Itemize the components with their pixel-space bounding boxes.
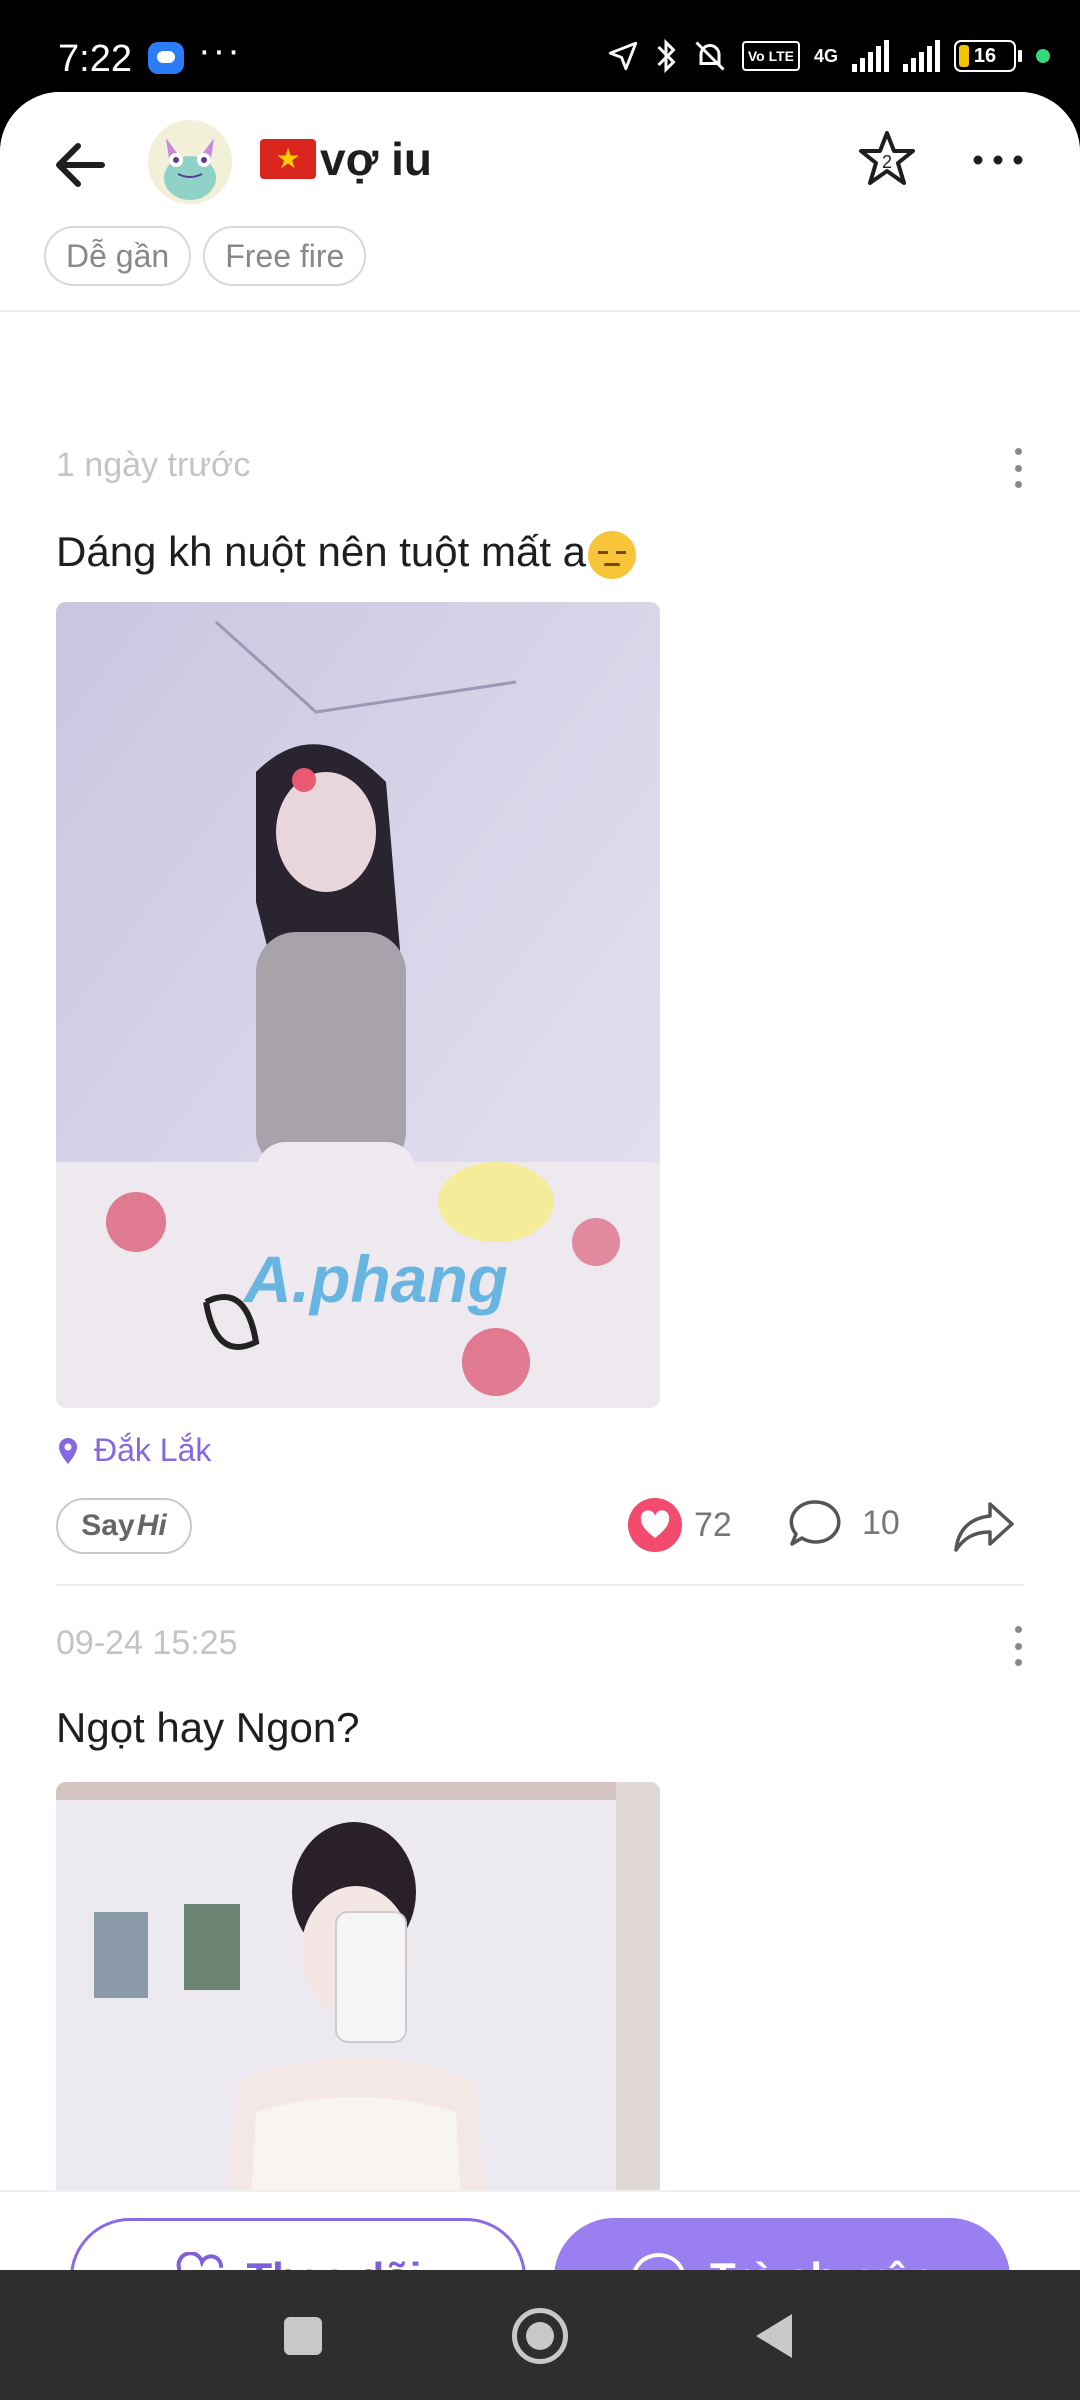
chat-bubble-icon [633, 2252, 685, 2270]
status-icons: Vo LTE 4G 16 [606, 38, 1050, 74]
network-type: 4G [813, 46, 838, 66]
post-time: 09-24 15:25 [56, 1624, 238, 1662]
vietnam-flag-icon [260, 139, 316, 179]
system-back-icon[interactable] [756, 2314, 792, 2358]
header: vợ iu 2 [0, 92, 1080, 230]
post-location[interactable]: Đắk Lắk [56, 1432, 211, 1469]
mute-icon [695, 41, 725, 71]
profile-name-text: vợ iu [320, 133, 432, 185]
chat-label: Trò chuyện [710, 2254, 934, 2270]
recent-apps-icon[interactable] [284, 2317, 322, 2355]
follow-label: Theo dõi [247, 2254, 422, 2270]
location-arrow-icon [608, 41, 637, 71]
avatar[interactable] [148, 120, 232, 204]
bluetooth-icon [657, 38, 676, 74]
tag-item[interactable]: Dễ gần [44, 226, 192, 286]
bottom-action-bar: Theo dõi Trò chuyện [0, 2190, 1080, 2270]
photo-image: A.phang [56, 602, 660, 1408]
post-text: Ngọt hay Ngon? [56, 1704, 360, 1751]
location-text: Đắk Lắk [94, 1432, 212, 1468]
post-item: 1 ngày trước Dáng kh nuột nên tuột mất a [0, 312, 1080, 1592]
home-icon[interactable] [512, 2308, 568, 2364]
battery-icon: 16 [954, 40, 1022, 72]
system-nav-bar [0, 2270, 1080, 2400]
post-item: 09-24 15:25 Ngọt hay Ngon? [0, 1492, 1080, 2270]
svg-text:2: 2 [882, 152, 892, 172]
tag-item[interactable]: Free fire [203, 226, 367, 286]
interest-tags: Dễ gần Free fire [44, 226, 367, 286]
privacy-indicator-dot [1036, 49, 1050, 63]
profile-screen: vợ iu 2 Dễ gần Free fire 1 ngày trước Dá… [0, 92, 1080, 2270]
location-pin-icon [59, 1437, 77, 1464]
signal-icon-2 [903, 40, 940, 72]
back-arrow-icon[interactable] [50, 130, 120, 200]
post-photo[interactable]: A.phang [56, 602, 660, 1408]
post-text: Dáng kh nuột nên tuột mất a [56, 528, 637, 579]
photo-image [56, 1782, 660, 2202]
status-time: 7:22 [58, 38, 132, 80]
status-bar: 7:22 ··· Vo LTE 4G 16 [0, 0, 1080, 92]
volte-icon: Vo LTE [741, 41, 800, 71]
post-photo[interactable] [56, 1782, 660, 2202]
more-options-icon[interactable] [970, 140, 1026, 180]
battery-level: 16 [973, 44, 997, 67]
chat-button[interactable]: Trò chuyện [554, 2218, 1010, 2270]
heart-plus-icon [176, 2252, 223, 2270]
favorite-star-icon[interactable]: 2 [856, 128, 918, 190]
avatar-image [148, 120, 232, 204]
message-notification-icon [148, 42, 184, 74]
photo-watermark: A.phang [242, 1242, 508, 1316]
pensive-emoji-icon [588, 530, 637, 579]
post-time: 1 ngày trước [56, 446, 251, 484]
post-menu-icon[interactable] [1008, 448, 1028, 488]
profile-name: vợ iu [260, 132, 432, 186]
more-notifications-icon: ··· [198, 30, 242, 72]
signal-icon [852, 40, 889, 72]
post-menu-icon[interactable] [1008, 1626, 1028, 1666]
follow-button[interactable]: Theo dõi [70, 2218, 526, 2270]
post-text-content: Dáng kh nuột nên tuột mất a [56, 528, 587, 575]
